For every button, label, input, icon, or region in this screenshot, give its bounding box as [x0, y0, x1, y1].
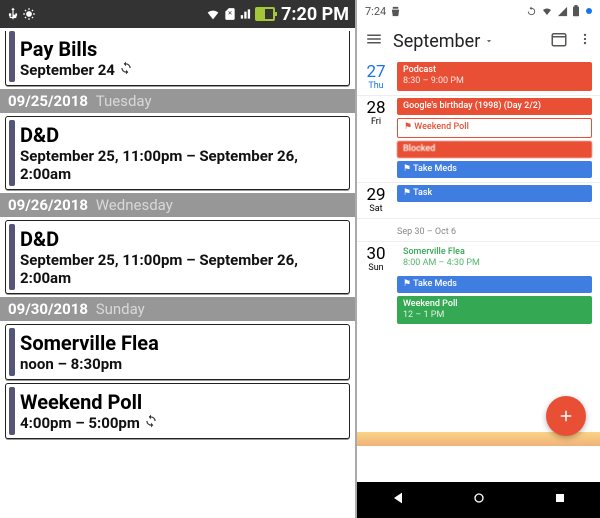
day-date: 09/26/2018 [8, 196, 88, 214]
event-title: Podcast [403, 65, 586, 76]
overflow-button[interactable] [578, 30, 592, 52]
day-number: 27 [361, 64, 391, 81]
event-item[interactable]: Pay BillsSeptember 24 [5, 31, 350, 86]
day-row: 29Sat ⚑ Task [357, 182, 600, 218]
day-weekday: Sat [361, 204, 391, 214]
day-weekday: Tuesday [96, 92, 152, 110]
modern-android-calendar: 7:24 September [357, 0, 600, 518]
day-number: 28 [361, 100, 391, 117]
event-chip[interactable]: Somerville Flea8:00 AM – 4:30 PM [397, 244, 592, 273]
event-subtitle: noon – 8:30pm [20, 355, 341, 373]
wifi-icon [205, 6, 221, 22]
day-weekday: Sunday [96, 300, 145, 318]
create-event-fab[interactable] [546, 396, 586, 436]
right-status-bar: 7:24 [357, 0, 600, 22]
status-time: 7:24 [365, 5, 386, 18]
rotate-icon [526, 6, 537, 17]
month-dropdown[interactable]: September [393, 31, 494, 52]
debug-icon [390, 6, 401, 17]
home-button[interactable] [471, 490, 487, 510]
battery-icon [572, 5, 580, 17]
event-title: Blocked [403, 144, 586, 155]
recurring-icon [119, 61, 133, 75]
dnd-dot-icon [586, 8, 592, 14]
event-subtitle: September 25, 11:00pm – September 26, 2:… [20, 251, 341, 287]
event-item[interactable]: D&DSeptember 25, 11:00pm – September 26,… [5, 220, 350, 294]
event-time: 8:30 – 9:00 PM [403, 76, 586, 87]
schedule-view[interactable]: 27ThuPodcast8:30 – 9:00 PM28FriGoogle's … [357, 60, 600, 482]
event-title: ⚑ Take Meds [403, 279, 586, 290]
event-title: D&D [20, 123, 341, 147]
usb-icon [6, 7, 20, 21]
sd-icon: ✕ [223, 7, 237, 21]
event-title: Weekend Poll [403, 299, 586, 310]
agenda-list[interactable]: Pay BillsSeptember 24 09/25/2018 Tuesday D… [0, 28, 355, 518]
event-title: Google's birthday (1998) (Day 2/2) [403, 101, 586, 112]
day-row: 30SunSomerville Flea8:00 AM – 4:30 PM⚑ T… [357, 241, 600, 328]
day-date: 09/25/2018 [8, 92, 88, 110]
event-title: Weekend Poll [20, 390, 341, 414]
day-number: 30 [361, 246, 391, 263]
day-weekday: Wednesday [96, 196, 173, 214]
event-title: Pay Bills [20, 37, 341, 61]
wifi-icon [541, 5, 553, 17]
month-label: September [393, 31, 480, 52]
nav-bar [357, 482, 600, 518]
day-row: 27ThuPodcast8:30 – 9:00 PM [357, 60, 600, 95]
day-header: 09/30/2018 Sunday [0, 297, 355, 321]
chevron-down-icon [484, 36, 494, 46]
recurring-icon [144, 414, 158, 428]
today-button[interactable] [550, 30, 568, 52]
event-chip[interactable]: ⚑ Take Meds [397, 276, 592, 293]
event-subtitle: 4:00pm – 5:00pm [20, 414, 341, 432]
event-item[interactable]: Somerville Fleanoon – 8:30pm [5, 324, 350, 380]
day-weekday: Sun [361, 263, 391, 273]
day-header: 09/26/2018 Wednesday [0, 193, 355, 217]
day-weekday: Fri [361, 117, 391, 127]
date-column[interactable]: 30Sun [361, 244, 391, 324]
event-time: 12 – 1 PM [403, 310, 586, 321]
event-title: ⚑ Take Meds [403, 164, 586, 175]
date-column[interactable]: 28Fri [361, 98, 391, 178]
event-title: ⚑ Weekend Poll [404, 122, 585, 133]
svg-text:✕: ✕ [228, 11, 233, 17]
signal-icon [239, 7, 253, 21]
event-title: ⚑ Task [403, 188, 586, 199]
day-date: 09/30/2018 [8, 300, 88, 318]
debug-icon [22, 7, 36, 21]
recents-button[interactable] [552, 490, 568, 510]
event-chip[interactable]: ⚑ Weekend Poll [397, 118, 592, 137]
old-android-calendar: ✕ 7:20 PM Pay BillsSeptember 24 09/25/201… [0, 0, 355, 518]
day-weekday: Thu [361, 81, 391, 91]
event-title: Somerville Flea [403, 247, 586, 258]
event-chip[interactable]: ⚑ Task [397, 185, 592, 202]
week-label: Sep 30 – Oct 6 [397, 221, 592, 237]
day-header: 09/25/2018 Tuesday [0, 89, 355, 113]
date-column[interactable]: 27Thu [361, 62, 391, 91]
event-time: 8:00 AM – 4:30 PM [403, 258, 586, 269]
event-item[interactable]: Weekend Poll4:00pm – 5:00pm [5, 383, 350, 439]
event-subtitle: September 24 [20, 61, 341, 79]
left-status-bar: ✕ 7:20 PM [0, 0, 355, 28]
back-button[interactable] [390, 490, 406, 510]
week-label-row: Sep 30 – Oct 6 [357, 218, 600, 241]
event-chip[interactable]: ⚑ Take Meds [397, 161, 592, 178]
battery-icon [255, 7, 275, 21]
event-chip[interactable]: Blocked [397, 141, 592, 158]
event-chip[interactable]: Google's birthday (1998) (Day 2/2) [397, 98, 592, 115]
event-subtitle: September 25, 11:00pm – September 26, 2:… [20, 147, 341, 183]
plus-icon [557, 407, 575, 425]
event-title: D&D [20, 227, 341, 251]
signal-icon [557, 6, 568, 17]
event-title: Somerville Flea [20, 331, 341, 355]
date-column[interactable]: 29Sat [361, 185, 391, 214]
day-number: 29 [361, 187, 391, 204]
menu-button[interactable] [365, 30, 383, 52]
calendar-toolbar: September [357, 22, 600, 60]
event-chip[interactable]: Weekend Poll12 – 1 PM [397, 296, 592, 325]
event-item[interactable]: D&DSeptember 25, 11:00pm – September 26,… [5, 116, 350, 190]
day-row: 28Fri Google's birthday (1998) (Day 2/2) ⚑… [357, 95, 600, 182]
event-chip[interactable]: Podcast8:30 – 9:00 PM [397, 62, 592, 91]
status-time: 7:20 PM [281, 4, 349, 25]
